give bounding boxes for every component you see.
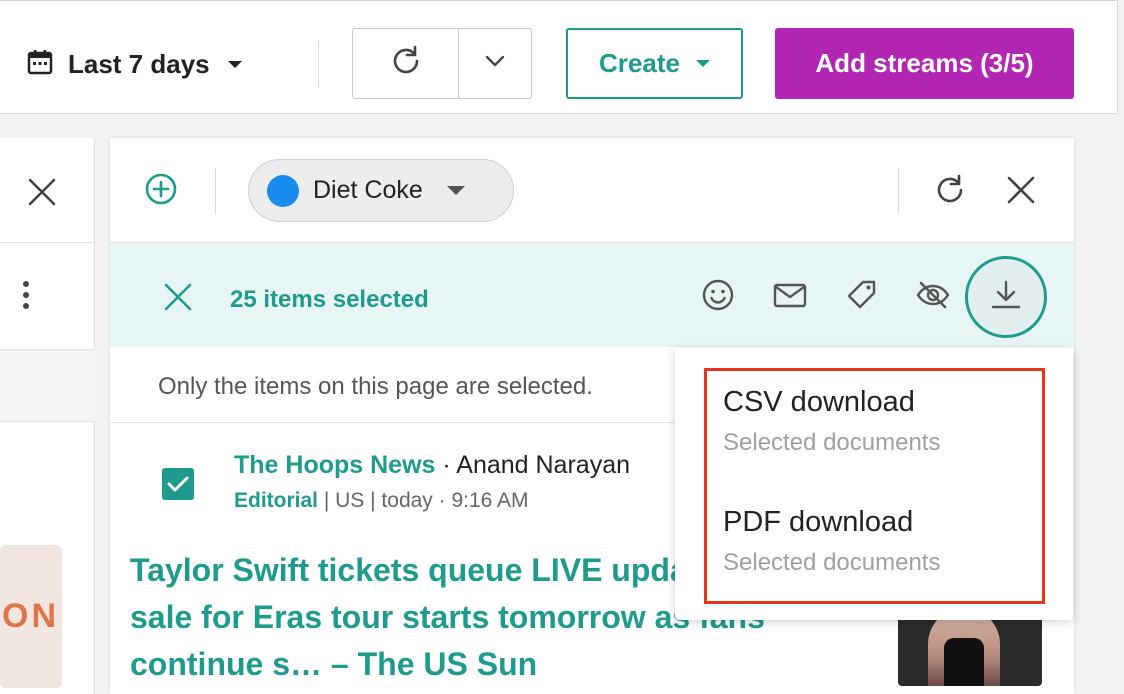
mail-icon xyxy=(772,283,808,317)
clear-selection-button[interactable] xyxy=(162,281,194,318)
eye-off-icon xyxy=(915,281,951,317)
create-button-label: Create xyxy=(599,48,680,78)
header-divider xyxy=(898,168,899,214)
chevron-down-icon xyxy=(446,186,465,195)
add-streams-label: Add streams (3/5) xyxy=(815,48,1034,78)
article-checkbox[interactable] xyxy=(162,468,194,500)
email-button[interactable] xyxy=(772,277,808,318)
close-stream-button[interactable] xyxy=(1006,175,1036,210)
csv-download-option[interactable]: CSV download Selected documents xyxy=(723,386,940,457)
selection-notice-text: Only the items on this page are selected… xyxy=(158,373,593,400)
refresh-icon xyxy=(388,43,424,84)
thumbnail-text: ON xyxy=(2,597,59,635)
top-toolbar: Last 7 days Create Add streams (3/5) xyxy=(0,0,1118,114)
hide-button[interactable] xyxy=(915,277,951,318)
selected-count: 25 items selected xyxy=(230,286,429,313)
stream-panel-header: Diet Coke xyxy=(110,138,1074,243)
sentiment-button[interactable] xyxy=(700,277,736,318)
chevron-down-icon xyxy=(227,60,242,68)
date-range-picker[interactable]: Last 7 days xyxy=(26,45,242,83)
article-source-line: The Hoops News · Anand Narayan xyxy=(234,451,630,480)
menu-item-subtitle: Selected documents xyxy=(723,549,941,576)
refresh-button[interactable] xyxy=(353,29,459,98)
stream-color-dot xyxy=(267,174,299,207)
article-meta-details: | US | today · 9:16 AM xyxy=(318,489,529,512)
article-source[interactable]: The Hoops News xyxy=(234,451,435,479)
thumbnail-figure-detail xyxy=(944,638,984,686)
refresh-button-group xyxy=(352,28,532,99)
header-divider xyxy=(215,168,216,214)
bulk-selection-bar: 25 items selected xyxy=(110,243,1074,347)
menu-item-title: CSV download xyxy=(723,386,915,418)
chevron-down-icon xyxy=(484,54,506,73)
download-menu: CSV download Selected documents PDF down… xyxy=(675,348,1073,620)
menu-item-subtitle: Selected documents xyxy=(723,429,941,456)
toolbar-divider xyxy=(318,41,319,87)
tag-icon xyxy=(844,280,880,317)
download-icon xyxy=(988,277,1024,318)
calendar-icon xyxy=(26,48,54,81)
article-meta: Editorial | US | today · 9:16 AM xyxy=(234,489,529,513)
article-author: Anand Narayan xyxy=(456,451,630,479)
refresh-options-button[interactable] xyxy=(459,29,531,98)
source-separator: · xyxy=(435,451,457,479)
tag-button[interactable] xyxy=(844,277,880,318)
chevron-down-icon xyxy=(695,60,710,67)
download-button[interactable] xyxy=(965,256,1047,338)
menu-item-title: PDF download xyxy=(723,506,914,538)
more-options-icon[interactable] xyxy=(20,280,32,315)
previous-stream-panel: ON xyxy=(0,138,95,694)
close-panel-button[interactable] xyxy=(26,176,58,213)
notice-strip xyxy=(0,349,95,422)
smiley-icon xyxy=(700,279,736,317)
pdf-download-option[interactable]: PDF download Selected documents xyxy=(723,506,940,577)
stream-name: Diet Coke xyxy=(313,176,423,204)
refresh-stream-button[interactable] xyxy=(932,172,968,213)
add-streams-button[interactable]: Add streams (3/5) xyxy=(775,28,1074,99)
article-thumbnail[interactable]: ON xyxy=(0,545,62,688)
divider xyxy=(0,242,95,243)
add-filter-button[interactable] xyxy=(144,172,178,211)
create-button[interactable]: Create xyxy=(566,28,743,99)
article-type: Editorial xyxy=(234,489,319,512)
stream-selector[interactable]: Diet Coke xyxy=(248,159,514,222)
date-range-label: Last 7 days xyxy=(68,48,210,79)
